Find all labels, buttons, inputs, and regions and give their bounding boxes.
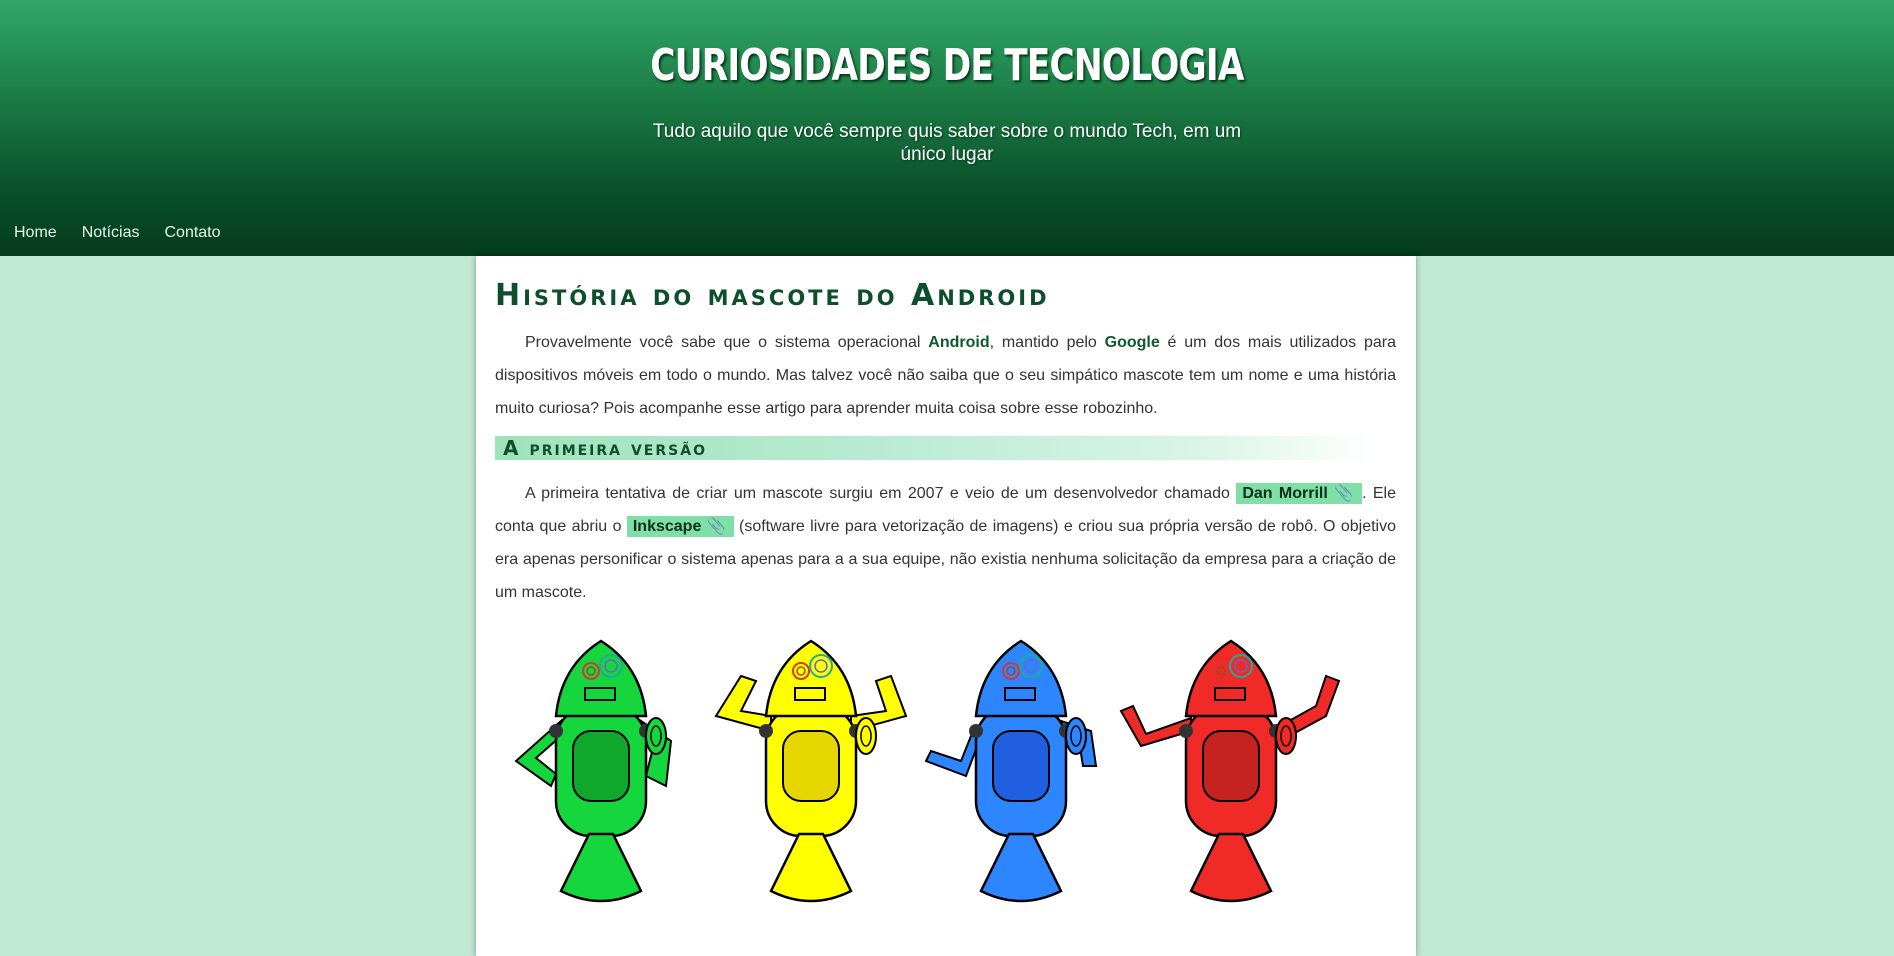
intro-text-2: , mantido pelo: [989, 334, 1105, 351]
paperclip-icon: 📎: [706, 518, 728, 535]
site-subtitle: Tudo aquilo que você sempre quis saber s…: [652, 121, 1242, 165]
section-paragraph: A primeira tentativa de criar um mascote…: [495, 477, 1396, 609]
nav-item-contato[interactable]: Contato: [164, 224, 220, 242]
intro-text-1: Provavelmente você sabe que o sistema op…: [525, 334, 929, 351]
link-inkscape-label: Inkscape: [632, 518, 702, 535]
yellow-robot: [714, 639, 908, 903]
nav-item-noticias[interactable]: Notícias: [82, 224, 140, 242]
red-robot: [1119, 639, 1341, 903]
link-inkscape[interactable]: Inkscape 📎: [626, 516, 734, 537]
site-title: CURIOSIDADES DE TECNOLOGIA: [650, 40, 1244, 91]
keyword-google: Google: [1104, 334, 1160, 351]
green-robot: [514, 639, 673, 903]
site-header: CURIOSIDADES DE TECNOLOGIA Tudo aquilo q…: [0, 0, 1894, 256]
paperclip-icon: 📎: [1334, 485, 1357, 502]
link-dan-morrill-label: Dan Morrill: [1242, 485, 1328, 502]
section-title: A primeira versão: [503, 436, 707, 460]
section-heading-bar: A primeira versão: [495, 436, 1375, 460]
section-text-1: A primeira tentativa de criar um mascote…: [525, 485, 1237, 502]
link-dan-morrill[interactable]: Dan Morrill 📎: [1236, 483, 1363, 504]
blue-robot: [924, 639, 1098, 903]
robot-mascots-image: [514, 639, 1341, 903]
keyword-android: Android: [928, 334, 990, 351]
main-nav: Home Notícias Contato: [0, 224, 232, 242]
intro-paragraph: Provavelmente você sabe que o sistema op…: [495, 326, 1396, 425]
nav-item-home[interactable]: Home: [14, 224, 57, 242]
article-content: História do mascote do Android Provavelm…: [476, 256, 1416, 956]
article-title: História do mascote do Android: [495, 278, 1050, 313]
